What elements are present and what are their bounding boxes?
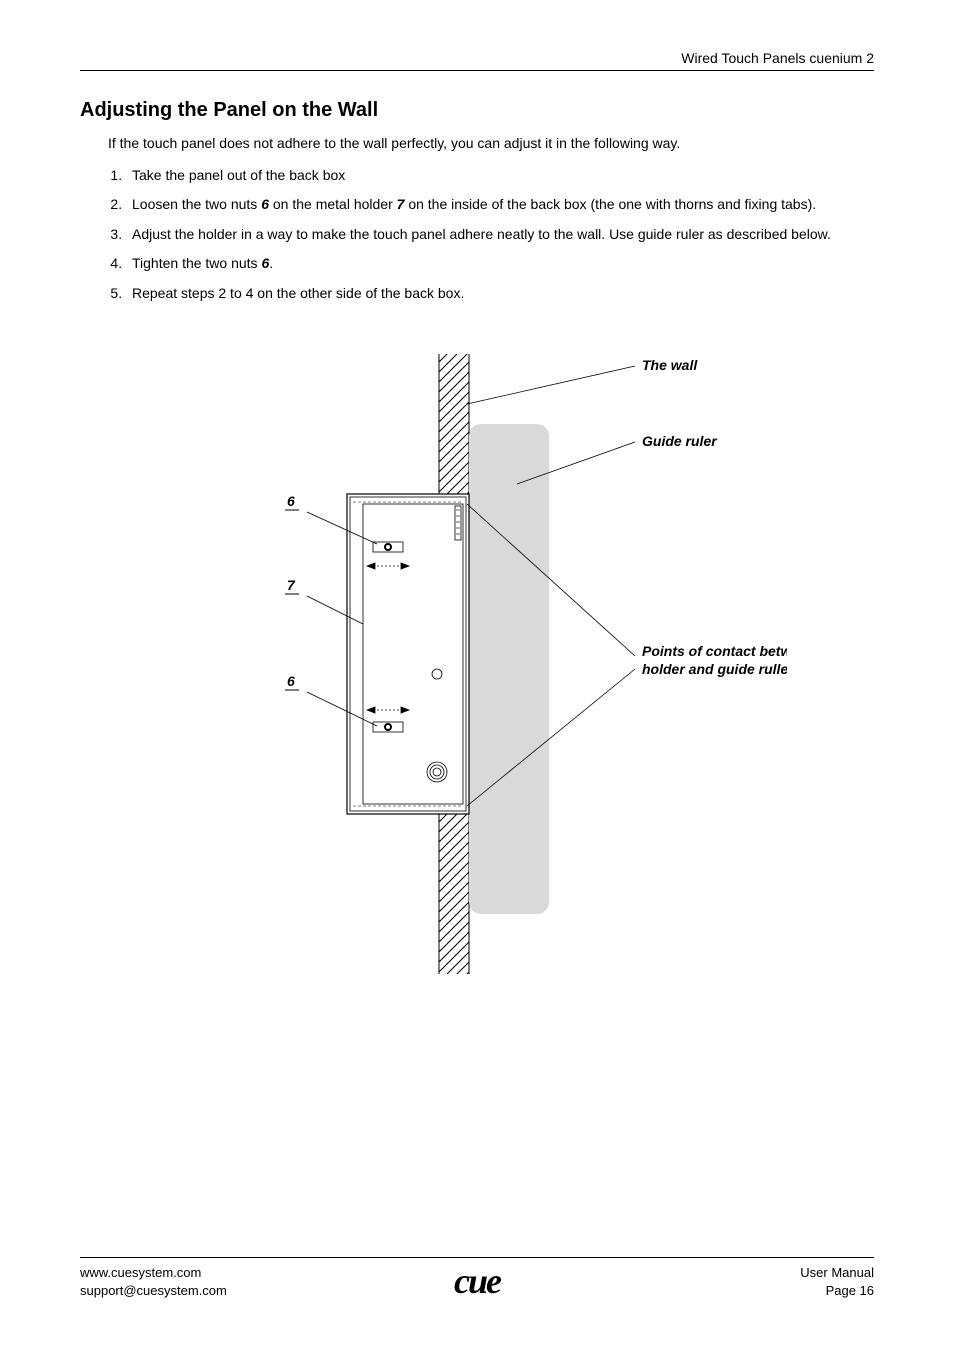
footer-page: Page 16 (800, 1282, 874, 1300)
label-6a: 6 (287, 493, 295, 509)
footer-url: www.cuesystem.com (80, 1264, 227, 1282)
step-1: Take the panel out of the back box (126, 166, 874, 186)
step-3: Adjust the holder in a way to make the t… (126, 225, 874, 245)
label-wall: The wall (642, 357, 698, 373)
page-header: Wired Touch Panels cuenium 2 (80, 50, 874, 71)
figure: The wall Guide ruler Points of contact b… (80, 354, 874, 994)
footer-left: www.cuesystem.com support@cuesystem.com (80, 1264, 227, 1300)
ref-6: 6 (261, 196, 269, 212)
label-6b: 6 (287, 673, 295, 689)
step-5: Repeat steps 2 to 4 on the other side of… (126, 284, 874, 304)
step-4: Tighten the two nuts 6. (126, 254, 874, 274)
label-contact-1: Points of contact between (642, 643, 787, 659)
footer-right: User Manual Page 16 (800, 1264, 874, 1300)
footer-logo: cue (454, 1260, 500, 1302)
footer-email: support@cuesystem.com (80, 1282, 227, 1300)
diagram-svg: The wall Guide ruler Points of contact b… (167, 354, 787, 974)
logo-text: cue (454, 1261, 500, 1301)
steps-list: Take the panel out of the back box Loose… (126, 166, 874, 304)
footer-manual: User Manual (800, 1264, 874, 1282)
page-footer: www.cuesystem.com support@cuesystem.com … (80, 1257, 874, 1300)
section-heading: Adjusting the Panel on the Wall (80, 99, 874, 122)
label-contact-2: holder and guide ruller (642, 661, 787, 677)
header-title: Wired Touch Panels cuenium 2 (681, 50, 874, 66)
intro-text: If the touch panel does not adhere to th… (108, 134, 874, 154)
step-2: Loosen the two nuts 6 on the metal holde… (126, 195, 874, 215)
label-ruler: Guide ruler (642, 433, 718, 449)
label-7: 7 (287, 577, 296, 593)
